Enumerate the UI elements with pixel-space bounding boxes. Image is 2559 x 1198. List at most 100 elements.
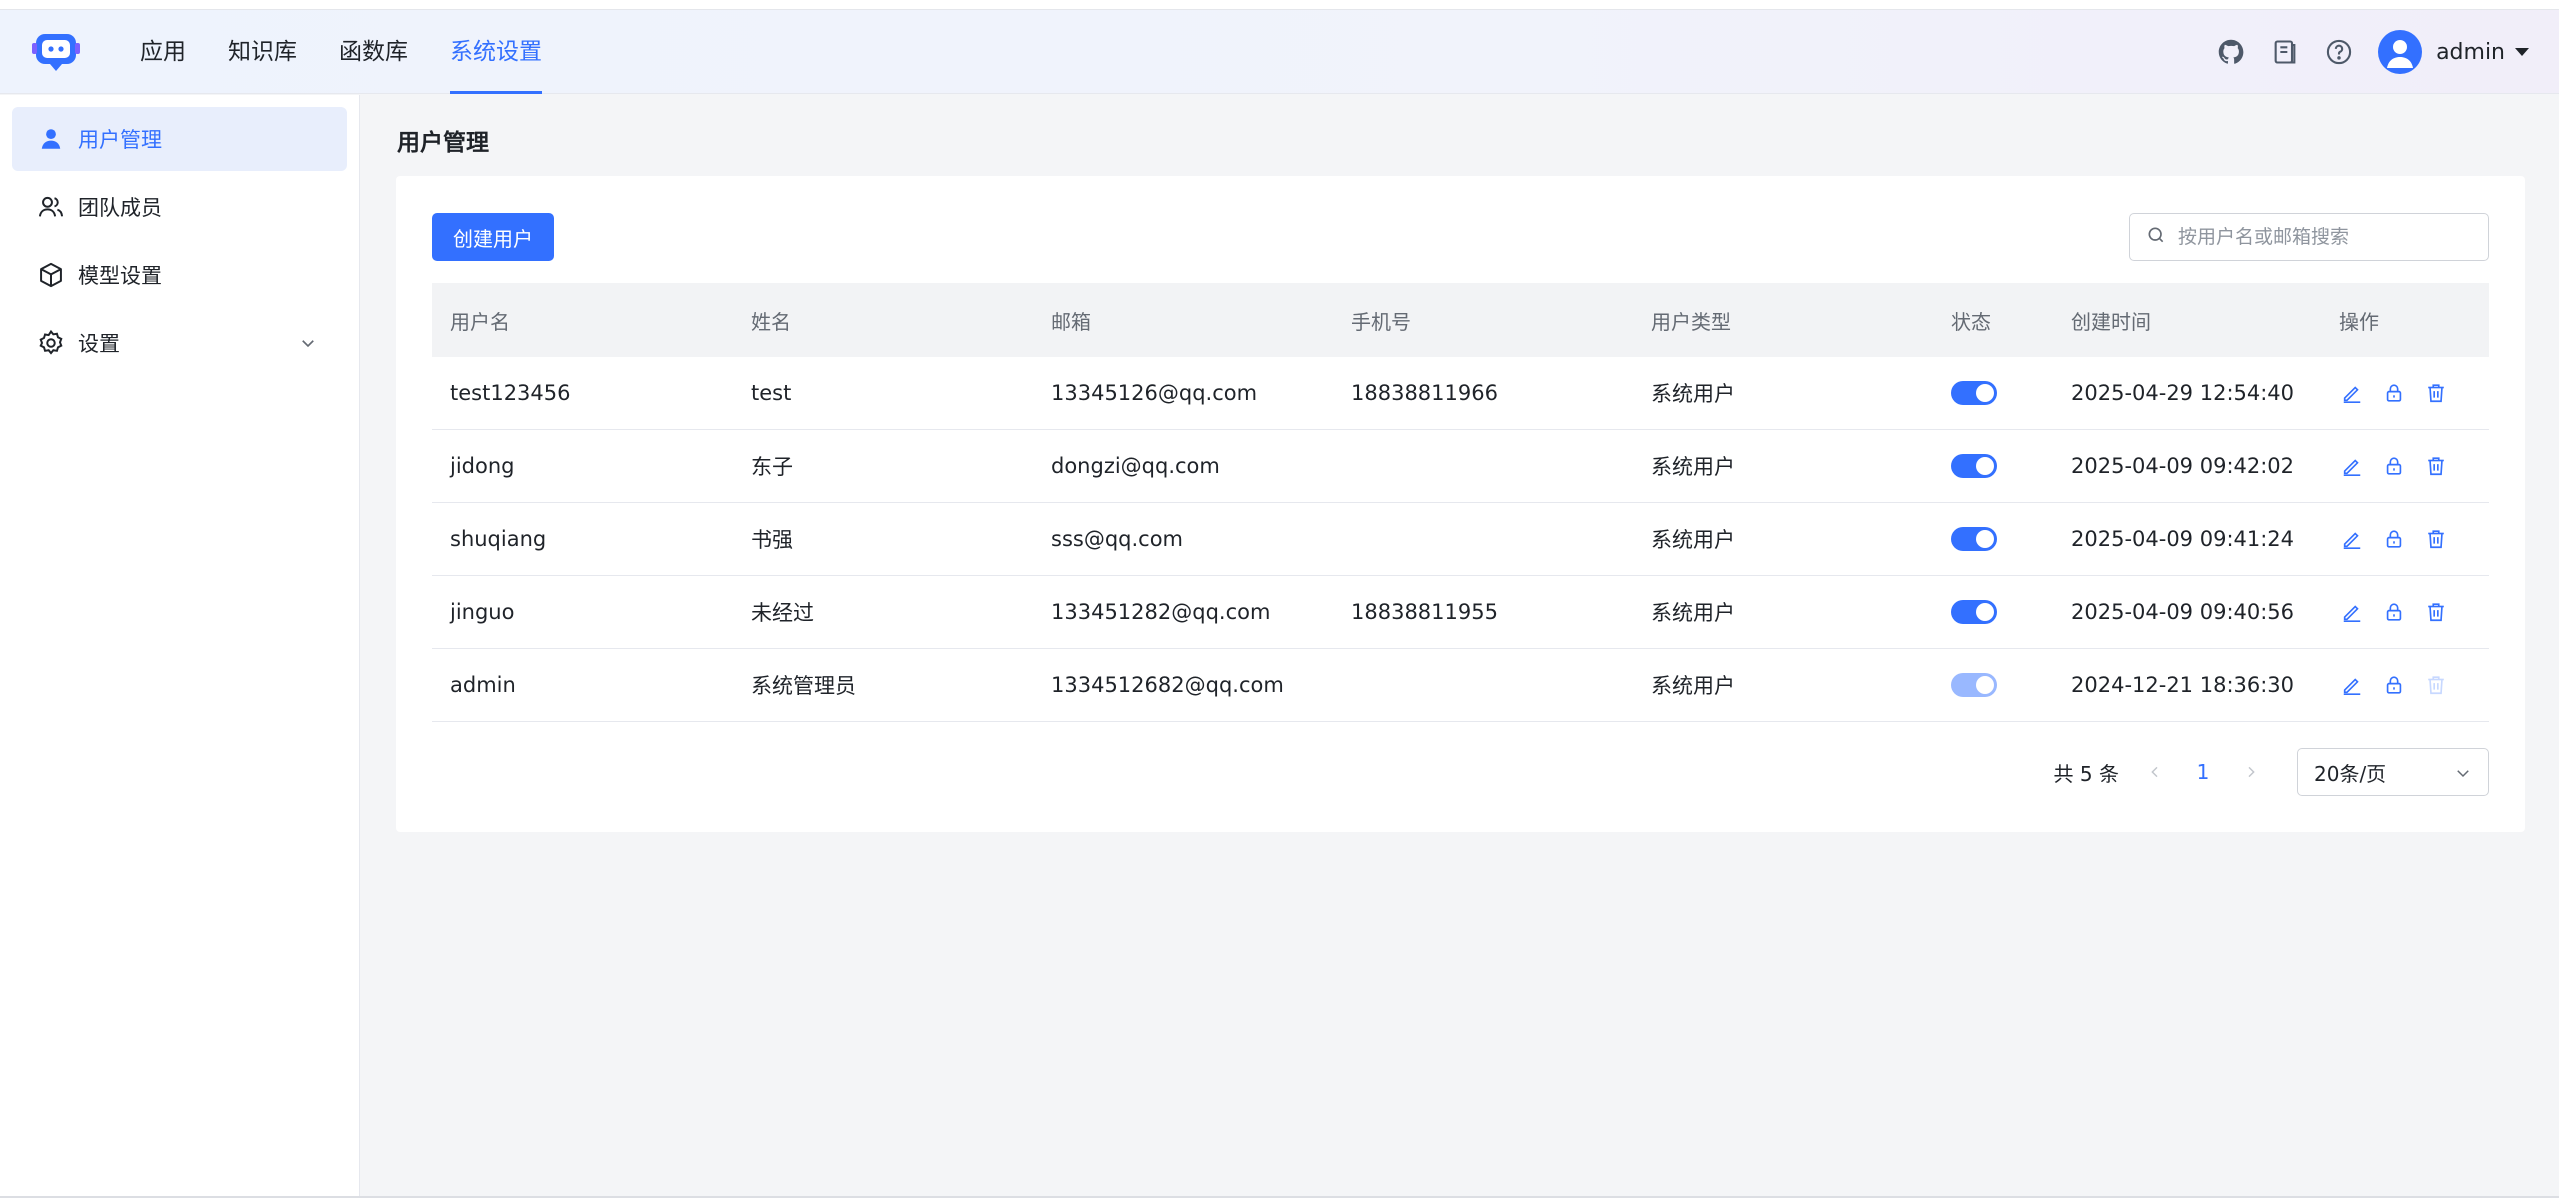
column-header-user-type: 用户类型	[1651, 309, 1731, 334]
chevron-down-icon[interactable]	[2515, 48, 2529, 56]
cell-phone: 18838811966	[1351, 381, 1498, 405]
top-header: 应用 知识库 函数库 系统设置 admin	[0, 10, 2559, 94]
edit-icon[interactable]	[2339, 672, 2365, 698]
user-table: 用户名 姓名 邮箱 手机号 用户类型 状态 创建时间 操作 test123456…	[432, 283, 2489, 722]
cell-user-type: 系统用户	[1651, 674, 1735, 698]
lock-icon[interactable]	[2381, 453, 2407, 479]
team-icon	[36, 192, 66, 222]
table-row: shuqiang 书强 sss@qq.com 系统用户 2025-04-09 09:41…	[432, 503, 2489, 576]
help-icon[interactable]	[2322, 35, 2356, 69]
header-actions: admin	[2194, 10, 2529, 94]
cell-username: shuqiang	[450, 527, 547, 551]
chevron-down-icon[interactable]	[299, 333, 317, 357]
chevron-left-icon[interactable]	[2143, 760, 2167, 784]
column-header-created-time: 创建时间	[2071, 309, 2151, 334]
table-row: jinguo 未经过 133451282@qq.com 18838811955 系统用户…	[432, 576, 2489, 649]
cell-actions	[2323, 380, 2489, 406]
page-size-select[interactable]: 20条/页	[2297, 748, 2489, 796]
cell-email: 133451282@qq.com	[1051, 600, 1271, 624]
cell-user-type: 系统用户	[1651, 382, 1735, 406]
cell-status	[1933, 600, 2053, 624]
delete-icon[interactable]	[2423, 526, 2449, 552]
github-icon[interactable]	[2214, 35, 2248, 69]
sidebar-item-team-members[interactable]: 团队成员	[12, 175, 347, 239]
sidebar-item-label: 团队成员	[78, 196, 162, 220]
cell-status	[1933, 381, 2053, 405]
avatar[interactable]	[2378, 30, 2423, 74]
status-toggle[interactable]	[1951, 381, 1997, 405]
nav-system-settings[interactable]: 系统设置	[450, 10, 542, 94]
status-toggle[interactable]	[1951, 527, 1997, 551]
cell-phone: 18838811955	[1351, 600, 1498, 624]
column-header-email: 邮箱	[1051, 309, 1091, 334]
cell-status	[1933, 454, 2053, 478]
app-logo-icon[interactable]	[32, 30, 80, 74]
status-toggle[interactable]	[1951, 600, 1997, 624]
edit-icon[interactable]	[2339, 526, 2365, 552]
sidebar-item-user-management[interactable]: 用户管理	[12, 107, 347, 171]
sidebar-item-settings[interactable]: 设置	[12, 311, 347, 375]
cell-status	[1933, 527, 2053, 551]
lock-icon[interactable]	[2381, 526, 2407, 552]
cell-email: 13345126@qq.com	[1051, 381, 1258, 405]
cube-icon	[36, 260, 66, 290]
pagination-total: 共 5 条	[2053, 761, 2119, 786]
create-user-button[interactable]: 创建用户	[432, 213, 554, 261]
cell-status	[1933, 673, 2053, 697]
cell-name: 未经过	[751, 601, 814, 625]
cell-name: 书强	[751, 528, 793, 552]
document-icon[interactable]	[2268, 35, 2302, 69]
cell-actions	[2323, 599, 2489, 625]
chevron-right-icon[interactable]	[2239, 760, 2263, 784]
cell-actions	[2323, 526, 2489, 552]
user-name[interactable]: admin	[2436, 40, 2505, 65]
delete-icon	[2423, 672, 2449, 698]
page-number[interactable]: 1	[2191, 760, 2215, 784]
column-header-username: 用户名	[450, 309, 510, 334]
nav-function-library[interactable]: 函数库	[339, 10, 408, 94]
nav-apps[interactable]: 应用	[140, 10, 186, 94]
search-input[interactable]	[2178, 226, 2468, 248]
cell-created-time: 2025-04-09 09:42:02	[2071, 454, 2295, 478]
lock-icon[interactable]	[2381, 380, 2407, 406]
column-header-status: 状态	[1951, 309, 1991, 334]
table-body: test123456 test 13345126@qq.com 18838811966…	[432, 357, 2489, 722]
column-header-phone: 手机号	[1351, 309, 1411, 334]
cell-username: jinguo	[450, 600, 515, 624]
edit-icon[interactable]	[2339, 599, 2365, 625]
cell-username: admin	[450, 673, 516, 697]
page-size-value: 20条/页	[2314, 761, 2387, 786]
sidebar-item-model-settings[interactable]: 模型设置	[12, 243, 347, 307]
gear-icon	[36, 328, 66, 358]
cell-email: 1334512682@qq.com	[1051, 673, 1284, 697]
status-toggle[interactable]	[1951, 454, 1997, 478]
cell-actions	[2323, 453, 2489, 479]
cell-name: 东子	[751, 455, 793, 479]
search-box[interactable]	[2129, 213, 2489, 261]
sidebar: 用户管理 团队成员 模型设置 设置	[0, 95, 360, 1198]
cell-created-time: 2025-04-09 09:41:24	[2071, 527, 2295, 551]
sidebar-item-label: 模型设置	[78, 264, 162, 288]
edit-icon[interactable]	[2339, 380, 2365, 406]
cell-email: sss@qq.com	[1051, 527, 1184, 551]
pagination: 共 5 条 1 20条/页	[2054, 748, 2489, 796]
edit-icon[interactable]	[2339, 453, 2365, 479]
delete-icon[interactable]	[2423, 453, 2449, 479]
cell-user-type: 系统用户	[1651, 601, 1735, 625]
cell-email: dongzi@qq.com	[1051, 454, 1220, 478]
table-row: admin 系统管理员 1334512682@qq.com 系统用户 2024-12-2…	[432, 649, 2489, 722]
lock-icon[interactable]	[2381, 672, 2407, 698]
top-nav: 应用 知识库 函数库 系统设置	[140, 10, 584, 94]
delete-icon[interactable]	[2423, 599, 2449, 625]
sidebar-item-label: 设置	[78, 332, 120, 356]
search-icon	[2146, 225, 2166, 249]
nav-knowledge-base[interactable]: 知识库	[228, 10, 297, 94]
cell-username: test123456	[450, 381, 571, 405]
delete-icon[interactable]	[2423, 380, 2449, 406]
cell-created-time: 2025-04-29 12:54:40	[2071, 381, 2295, 405]
main-content: 用户管理 创建用户 用户名 姓名 邮箱 手机号 用户类型 状态 创建时间 操作 …	[361, 95, 2559, 1198]
top-strip	[0, 0, 2559, 10]
chevron-down-icon	[2454, 763, 2472, 787]
page-title: 用户管理	[397, 130, 489, 156]
lock-icon[interactable]	[2381, 599, 2407, 625]
